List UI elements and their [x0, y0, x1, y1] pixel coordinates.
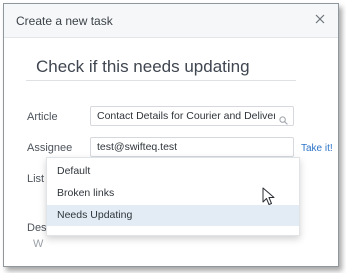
article-input[interactable]	[90, 106, 294, 126]
take-it-link[interactable]: Take it!	[301, 143, 333, 154]
dialog-title: Create a new task	[16, 14, 113, 28]
description-label: Des	[27, 222, 47, 234]
create-task-dialog: Create a new task Article Assignee Take …	[3, 3, 339, 267]
assignee-label: Assignee	[27, 142, 73, 154]
search-icon	[279, 112, 288, 125]
mouse-cursor-icon	[262, 187, 276, 207]
dropdown-option-needs-updating[interactable]: Needs Updating	[47, 205, 299, 226]
dropdown-option-default[interactable]: Default	[47, 161, 299, 182]
article-label: Article	[27, 111, 58, 123]
assignee-input[interactable]	[90, 137, 294, 157]
task-title-input[interactable]	[26, 53, 296, 81]
close-icon[interactable]	[312, 11, 328, 27]
description-input[interactable]: W	[33, 238, 43, 250]
list-label: List	[27, 173, 45, 185]
dialog-header: Create a new task	[4, 4, 338, 38]
